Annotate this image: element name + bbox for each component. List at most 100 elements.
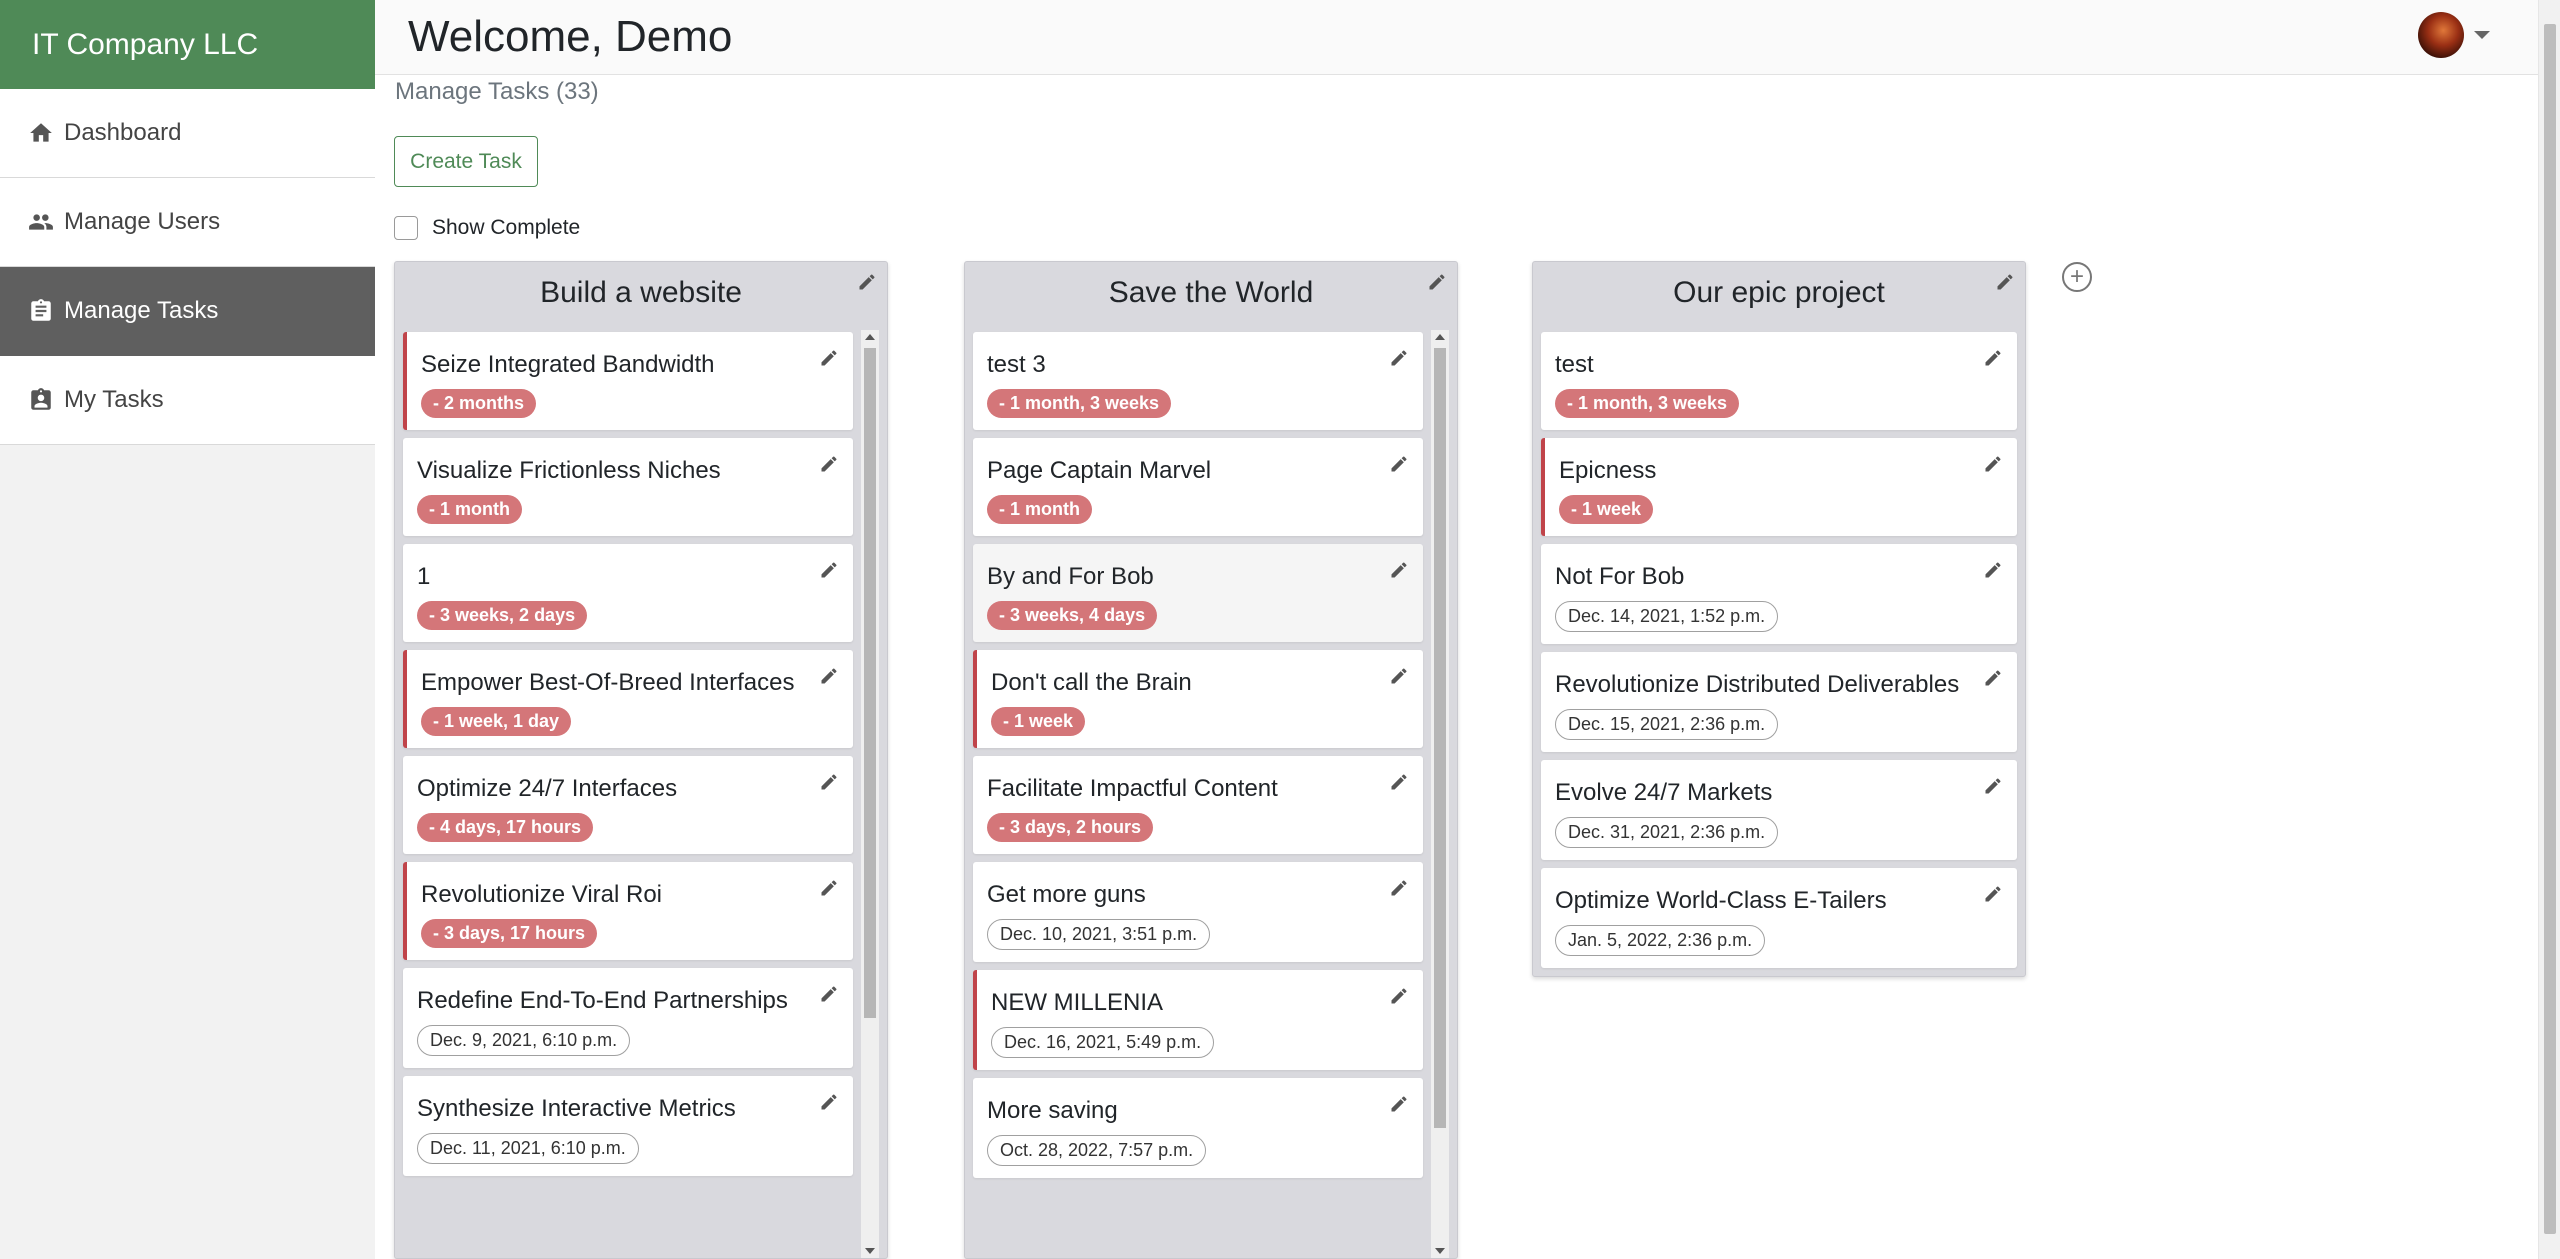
edit-task-icon[interactable] <box>1983 776 2003 796</box>
task-card[interactable]: Redefine End-To-End Partnerships Dec. 9,… <box>403 968 853 1068</box>
page-scrollbar[interactable] <box>2538 0 2560 1259</box>
add-column-icon[interactable]: + <box>2062 262 2092 292</box>
edit-task-icon[interactable] <box>819 772 839 792</box>
page-subtitle: Manage Tasks (33) <box>395 78 599 105</box>
task-title: Epicness <box>1559 457 1657 484</box>
task-card[interactable]: Evolve 24/7 Markets Dec. 31, 2021, 2:36 … <box>1541 760 2017 860</box>
sidebar-item-label: Dashboard <box>64 119 182 146</box>
edit-task-icon[interactable] <box>1983 884 2003 904</box>
scroll-down-icon[interactable] <box>1435 1248 1445 1254</box>
task-title: Synthesize Interactive Metrics <box>417 1095 736 1122</box>
task-card[interactable]: Visualize Frictionless Niches - 1 month <box>403 438 853 536</box>
task-card[interactable]: Page Captain Marvel - 1 month <box>973 438 1423 536</box>
task-card[interactable]: Get more guns Dec. 10, 2021, 3:51 p.m. <box>973 862 1423 962</box>
edit-column-icon[interactable] <box>1995 272 2015 292</box>
column-scrollbar[interactable] <box>1431 330 1449 1258</box>
sidebar-item-my-tasks[interactable]: My Tasks <box>0 356 375 445</box>
show-complete-toggle[interactable]: Show Complete <box>394 216 580 240</box>
page-title: Welcome, Demo <box>408 12 733 61</box>
edit-task-icon[interactable] <box>819 984 839 1004</box>
edit-task-icon[interactable] <box>1983 668 2003 688</box>
task-card[interactable]: Empower Best-Of-Breed Interfaces - 1 wee… <box>403 650 853 748</box>
caret-down-icon[interactable] <box>2474 31 2490 39</box>
task-title: NEW MILLENIA <box>991 989 1164 1016</box>
due-date-badge: Dec. 15, 2021, 2:36 p.m. <box>1555 709 1779 740</box>
scroll-thumb[interactable] <box>864 348 876 1018</box>
show-complete-checkbox[interactable] <box>394 216 418 240</box>
edit-task-icon[interactable] <box>819 454 839 474</box>
clipboard-icon <box>28 298 54 324</box>
task-card[interactable]: Revolutionize Distributed Deliverables D… <box>1541 652 2017 752</box>
brand-title[interactable]: IT Company LLC <box>0 0 375 89</box>
task-card[interactable]: 1 - 3 weeks, 2 days <box>403 544 853 642</box>
edit-column-icon[interactable] <box>857 272 877 292</box>
edit-task-icon[interactable] <box>819 666 839 686</box>
due-date-badge: Dec. 9, 2021, 6:10 p.m. <box>417 1025 631 1056</box>
task-card[interactable]: test - 1 month, 3 weeks <box>1541 332 2017 430</box>
edit-column-icon[interactable] <box>1427 272 1447 292</box>
home-icon <box>28 120 54 146</box>
due-badge: - 1 month, 3 weeks <box>1555 389 1740 418</box>
sidebar-item-manage-users[interactable]: Manage Users <box>0 178 375 267</box>
edit-task-icon[interactable] <box>1389 560 1409 580</box>
task-title: Facilitate Impactful Content <box>987 775 1278 802</box>
task-title: Revolutionize Distributed Deliverables <box>1555 671 1960 698</box>
page-scroll-thumb[interactable] <box>2544 24 2556 1234</box>
task-card[interactable]: Facilitate Impactful Content - 3 days, 2… <box>973 756 1423 854</box>
scroll-thumb[interactable] <box>1434 348 1446 1128</box>
due-date-badge: Oct. 28, 2022, 7:57 p.m. <box>987 1135 1207 1166</box>
edit-task-icon[interactable] <box>1983 348 2003 368</box>
edit-task-icon[interactable] <box>819 1092 839 1112</box>
edit-task-icon[interactable] <box>1983 560 2003 580</box>
task-card[interactable]: Synthesize Interactive Metrics Dec. 11, … <box>403 1076 853 1176</box>
scroll-up-icon[interactable] <box>1435 334 1445 340</box>
task-card[interactable]: NEW MILLENIA Dec. 16, 2021, 5:49 p.m. <box>973 970 1423 1070</box>
task-card[interactable]: Revolutionize Viral Roi - 3 days, 17 hou… <box>403 862 853 960</box>
column-title: Build a website <box>540 276 742 309</box>
due-date-badge: Jan. 5, 2022, 2:36 p.m. <box>1555 925 1766 956</box>
scroll-down-icon[interactable] <box>865 1248 875 1254</box>
task-title: Optimize World-Class E-Tailers <box>1555 887 1887 914</box>
due-badge: - 1 month, 3 weeks <box>987 389 1172 418</box>
task-card[interactable]: By and For Bob - 3 weeks, 4 days <box>973 544 1423 642</box>
task-card[interactable]: Optimize 24/7 Interfaces - 4 days, 17 ho… <box>403 756 853 854</box>
task-card[interactable]: Not For Bob Dec. 14, 2021, 1:52 p.m. <box>1541 544 2017 644</box>
edit-task-icon[interactable] <box>1389 1094 1409 1114</box>
task-title: Get more guns <box>987 881 1146 908</box>
task-title: By and For Bob <box>987 563 1154 590</box>
column-scrollbar[interactable] <box>861 330 879 1258</box>
task-title: Empower Best-Of-Breed Interfaces <box>421 669 795 696</box>
clipboard-user-icon <box>28 387 54 413</box>
task-card[interactable]: test 3 - 1 month, 3 weeks <box>973 332 1423 430</box>
scroll-up-icon[interactable] <box>865 334 875 340</box>
due-date-badge: Dec. 31, 2021, 2:36 p.m. <box>1555 817 1779 848</box>
task-card[interactable]: Seize Integrated Bandwidth - 2 months <box>403 332 853 430</box>
edit-task-icon[interactable] <box>819 560 839 580</box>
due-badge: - 1 week, 1 day <box>421 707 572 736</box>
task-card[interactable]: Don't call the Brain - 1 week <box>973 650 1423 748</box>
avatar[interactable] <box>2418 12 2464 58</box>
task-card[interactable]: More saving Oct. 28, 2022, 7:57 p.m. <box>973 1078 1423 1178</box>
user-menu[interactable] <box>2418 12 2490 58</box>
edit-task-icon[interactable] <box>1389 348 1409 368</box>
edit-task-icon[interactable] <box>1389 666 1409 686</box>
task-card[interactable]: Epicness - 1 week <box>1541 438 2017 536</box>
edit-task-icon[interactable] <box>819 348 839 368</box>
sidebar-item-dashboard[interactable]: Dashboard <box>0 89 375 178</box>
top-bar: Welcome, Demo <box>375 0 2538 75</box>
edit-task-icon[interactable] <box>1389 878 1409 898</box>
create-task-button[interactable]: Create Task <box>394 136 538 187</box>
edit-task-icon[interactable] <box>819 878 839 898</box>
edit-task-icon[interactable] <box>1389 986 1409 1006</box>
show-complete-label: Show Complete <box>432 216 581 239</box>
edit-task-icon[interactable] <box>1983 454 2003 474</box>
task-title: test 3 <box>987 351 1046 378</box>
task-title: Evolve 24/7 Markets <box>1555 779 1773 806</box>
due-badge: - 3 weeks, 4 days <box>987 601 1158 630</box>
edit-task-icon[interactable] <box>1389 772 1409 792</box>
sidebar-item-manage-tasks[interactable]: Manage Tasks <box>0 267 375 356</box>
edit-task-icon[interactable] <box>1389 454 1409 474</box>
task-card[interactable]: Optimize World-Class E-Tailers Jan. 5, 2… <box>1541 868 2017 968</box>
task-column: Our epic project test - 1 month, 3 weeks… <box>1532 261 2026 977</box>
task-title: Visualize Frictionless Niches <box>417 457 721 484</box>
